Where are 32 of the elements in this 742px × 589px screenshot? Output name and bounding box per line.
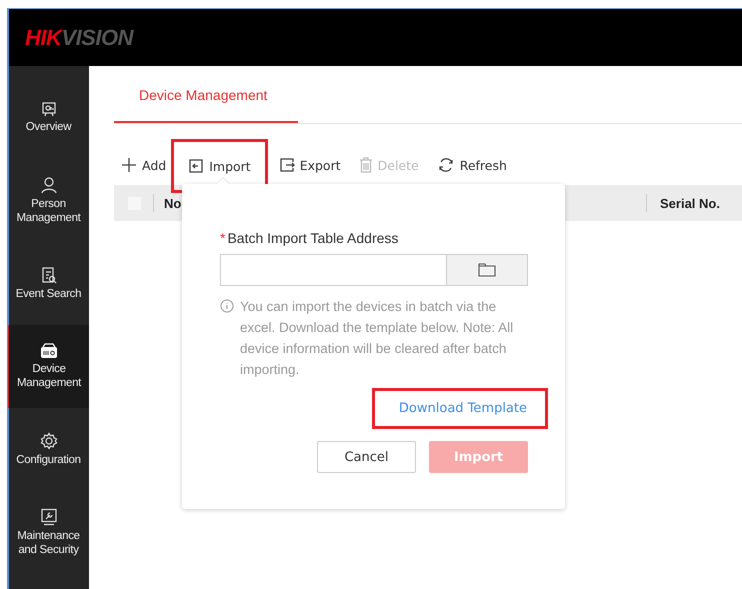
- logo: HIKVISION: [25, 24, 133, 50]
- column-header: No: [164, 196, 182, 210]
- toolbar-button[interactable]: Export: [272, 150, 348, 180]
- tab[interactable]: Device Management: [114, 67, 298, 123]
- input-field[interactable]: [220, 254, 446, 286]
- toolbar-button[interactable]: Refresh: [430, 150, 514, 180]
- info-icon: [220, 299, 234, 313]
- sidebar-item[interactable]: Event Search: [8, 242, 89, 325]
- monitor-wrench-icon: [40, 508, 58, 526]
- import-icon: [188, 158, 204, 174]
- sidebar-item[interactable]: Device Management: [8, 325, 89, 408]
- info-text: You can import the devices in batch via the excel. Download the template below. Note: All device information will be cleared after batch importing.: [240, 298, 514, 379]
- required-mark: *: [220, 230, 226, 246]
- cancel-button[interactable]: Cancel: [317, 441, 416, 473]
- sidebar-item[interactable]: Configuration: [8, 408, 89, 491]
- column-header: Serial No.: [660, 196, 721, 210]
- sidebar-item[interactable]: Maintenance and Security: [8, 491, 89, 574]
- folder-icon: [478, 263, 496, 277]
- presentation-icon: [40, 101, 56, 117]
- sidebar-item[interactable]: Person Management: [8, 159, 89, 242]
- sidebar-item[interactable]: Overview: [8, 76, 89, 159]
- person-icon: [40, 176, 58, 194]
- export-icon: [278, 157, 295, 173]
- trash-icon: [358, 157, 373, 173]
- refresh-icon: [436, 157, 455, 173]
- toolbar-button[interactable]: Add: [114, 150, 174, 180]
- browse-button[interactable]: [446, 254, 528, 286]
- field-label: Batch Import Table Address: [227, 230, 398, 246]
- settings-icon: [40, 432, 58, 450]
- device-icon: [40, 343, 58, 359]
- plus-icon: [121, 157, 137, 173]
- document-search-icon: [40, 266, 56, 284]
